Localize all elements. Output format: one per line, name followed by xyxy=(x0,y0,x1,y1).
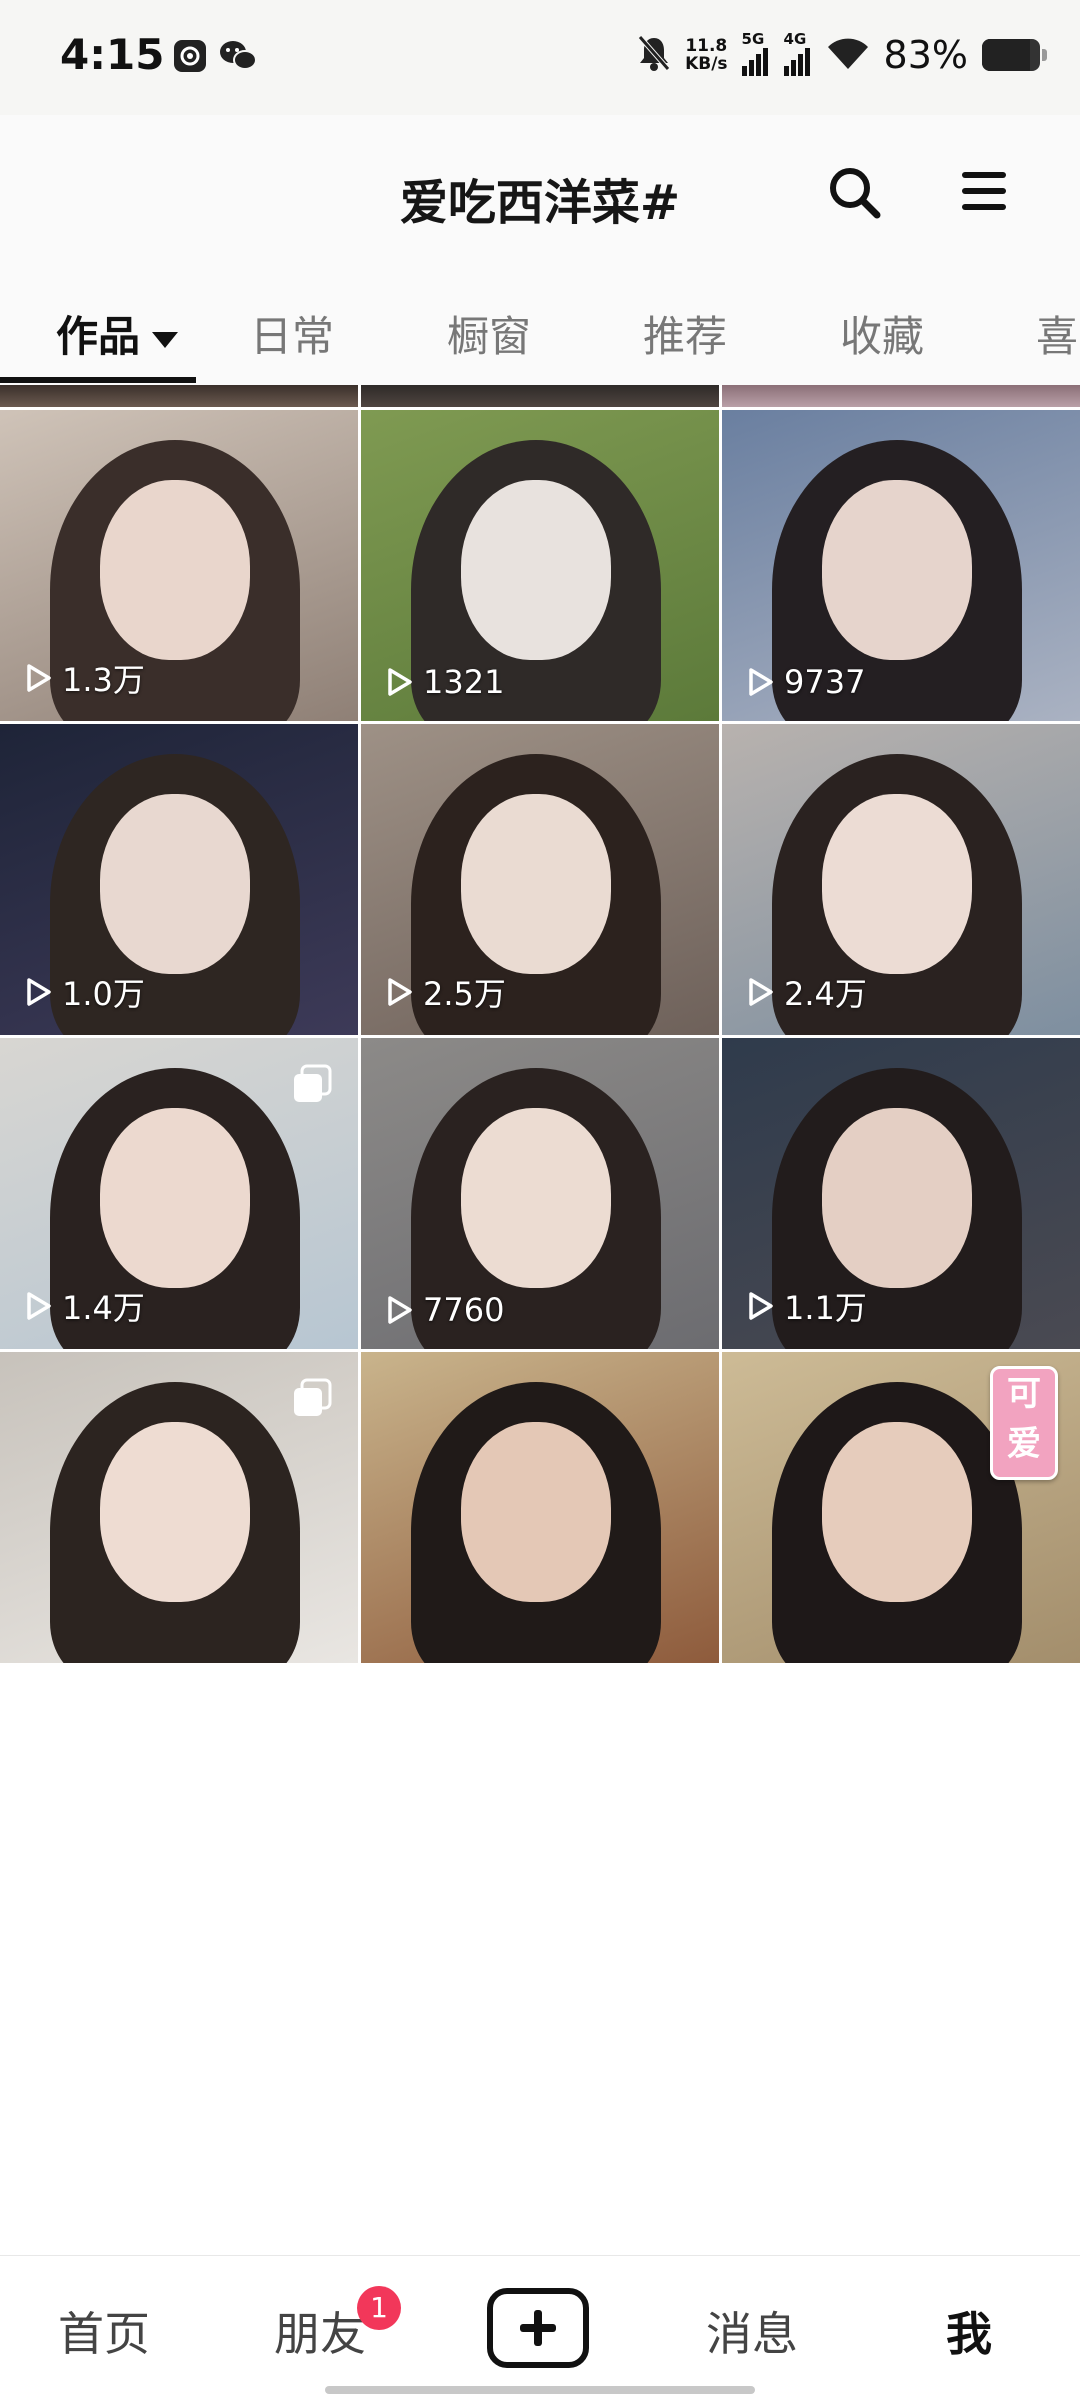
email-notification-icon xyxy=(172,38,208,74)
view-count: 1.4万 xyxy=(22,1283,145,1329)
view-count-text: 1.4万 xyxy=(62,1289,145,1327)
video-thumbnail[interactable]: 1.1万 xyxy=(722,1038,1080,1349)
wifi-icon xyxy=(826,35,870,75)
view-count: 9737 xyxy=(744,663,865,701)
profile-name: 爱吃西洋菜# xyxy=(399,175,681,231)
play-icon xyxy=(388,668,412,696)
view-count: 1.1万 xyxy=(744,1283,867,1329)
play-icon xyxy=(749,668,773,696)
thumbnail-face xyxy=(100,794,250,974)
multi-image-icon xyxy=(292,1064,332,1104)
multi-image-icon xyxy=(292,1378,332,1418)
search-icon xyxy=(830,168,881,219)
thumbnail-face xyxy=(461,1422,611,1602)
network-speed: 11.8 KB/s xyxy=(685,36,728,74)
view-count-text: 7760 xyxy=(423,1291,505,1329)
menu-button[interactable] xyxy=(958,165,1010,217)
thumbnail-face xyxy=(461,794,611,974)
status-time: 4:15 xyxy=(60,30,165,79)
play-icon xyxy=(388,978,412,1006)
play-icon xyxy=(27,664,51,692)
view-count-text: 2.4万 xyxy=(784,975,867,1013)
tab-works[interactable]: 作品 xyxy=(56,303,179,364)
thumbnail-face xyxy=(461,480,611,660)
mute-bell-icon xyxy=(637,34,671,76)
status-bar: 4:15 11.8 KB/s 5G 4G 83% xyxy=(0,0,1080,115)
nav-me[interactable]: 我 xyxy=(946,2298,992,2364)
status-indicators: 11.8 KB/s 5G 4G 83% xyxy=(637,30,1047,80)
create-button[interactable] xyxy=(487,2288,589,2368)
partial-video-thumb[interactable] xyxy=(0,385,358,407)
thumbnail-face xyxy=(822,1422,972,1602)
menu-icon xyxy=(962,172,1006,210)
video-thumbnail[interactable]: 1.4万 xyxy=(0,1038,358,1349)
signal-5g-icon: 5G xyxy=(741,30,770,80)
video-thumbnail[interactable]: 9737 xyxy=(722,410,1080,721)
sticker-label: 可爱 xyxy=(990,1366,1058,1480)
thumbnail-face xyxy=(822,480,972,660)
thumbnail-face xyxy=(461,1108,611,1288)
tab-favorites[interactable]: 收藏 xyxy=(840,303,924,364)
battery-percent: 83% xyxy=(883,33,968,77)
nav-home[interactable]: 首页 xyxy=(58,2298,150,2364)
tab-daily[interactable]: 日常 xyxy=(250,303,334,364)
thumbnail-face xyxy=(822,1108,972,1288)
nav-friends[interactable]: 朋友 xyxy=(274,2298,366,2364)
view-count-text: 2.5万 xyxy=(423,975,506,1013)
partial-video-thumb[interactable] xyxy=(722,385,1080,407)
tab-recommend[interactable]: 推荐 xyxy=(643,303,727,364)
thumbnail-face xyxy=(100,1108,250,1288)
view-count: 7760 xyxy=(383,1291,504,1329)
thumbnail-face xyxy=(100,480,250,660)
thumbnail-face xyxy=(822,794,972,974)
view-count: 1.0万 xyxy=(22,969,145,1015)
video-thumbnail[interactable]: 可爱 xyxy=(722,1352,1080,1663)
dropdown-caret-icon xyxy=(152,331,179,348)
partial-video-thumb[interactable] xyxy=(361,385,719,407)
play-icon xyxy=(27,1292,51,1320)
view-count-text: 1.0万 xyxy=(62,975,145,1013)
view-count-text: 1.3万 xyxy=(62,661,145,699)
play-icon xyxy=(27,978,51,1006)
video-thumbnail[interactable]: 2.5万 xyxy=(361,724,719,1035)
view-count-text: 1321 xyxy=(423,663,505,701)
play-icon xyxy=(749,1292,773,1320)
video-thumbnail[interactable]: 7760 xyxy=(361,1038,719,1349)
view-count-text: 9737 xyxy=(784,663,866,701)
video-thumbnail[interactable]: 1321 xyxy=(361,410,719,721)
video-thumbnail[interactable] xyxy=(361,1352,719,1663)
video-thumbnail[interactable] xyxy=(0,1352,358,1663)
view-count: 2.5万 xyxy=(383,969,506,1015)
video-thumbnail[interactable]: 1.0万 xyxy=(0,724,358,1035)
video-grid: 1.3万 1321 9737 1.0万 2.5万 2.4万 1.4万 7760 1.1万可爱 xyxy=(0,385,1080,2255)
search-button[interactable] xyxy=(825,163,885,223)
plus-icon xyxy=(520,2310,556,2346)
play-icon xyxy=(388,1296,412,1324)
view-count: 1.3万 xyxy=(22,655,145,701)
view-count: 2.4万 xyxy=(744,969,867,1015)
thumbnail-face xyxy=(100,1422,250,1602)
view-count: 1321 xyxy=(383,663,504,701)
battery-icon xyxy=(982,39,1047,71)
view-count-text: 1.1万 xyxy=(784,1289,867,1327)
profile-tabs: 作品 日常 橱窗 推荐 收藏 喜 xyxy=(0,265,1080,385)
bottom-navigation: 首页 朋友 1 消息 我 xyxy=(0,2255,1080,2401)
signal-4g-icon: 4G xyxy=(783,30,812,80)
tab-showcase[interactable]: 橱窗 xyxy=(447,303,531,364)
tab-likes[interactable]: 喜 xyxy=(1036,303,1078,364)
video-thumbnail[interactable]: 1.3万 xyxy=(0,410,358,721)
nav-messages[interactable]: 消息 xyxy=(706,2298,798,2364)
play-icon xyxy=(749,978,773,1006)
video-thumbnail[interactable]: 2.4万 xyxy=(722,724,1080,1035)
profile-header: 爱吃西洋菜# xyxy=(0,115,1080,265)
home-indicator xyxy=(325,2386,755,2394)
friends-badge: 1 xyxy=(357,2286,401,2330)
wechat-notification-icon xyxy=(218,38,257,74)
active-tab-indicator xyxy=(0,377,196,383)
